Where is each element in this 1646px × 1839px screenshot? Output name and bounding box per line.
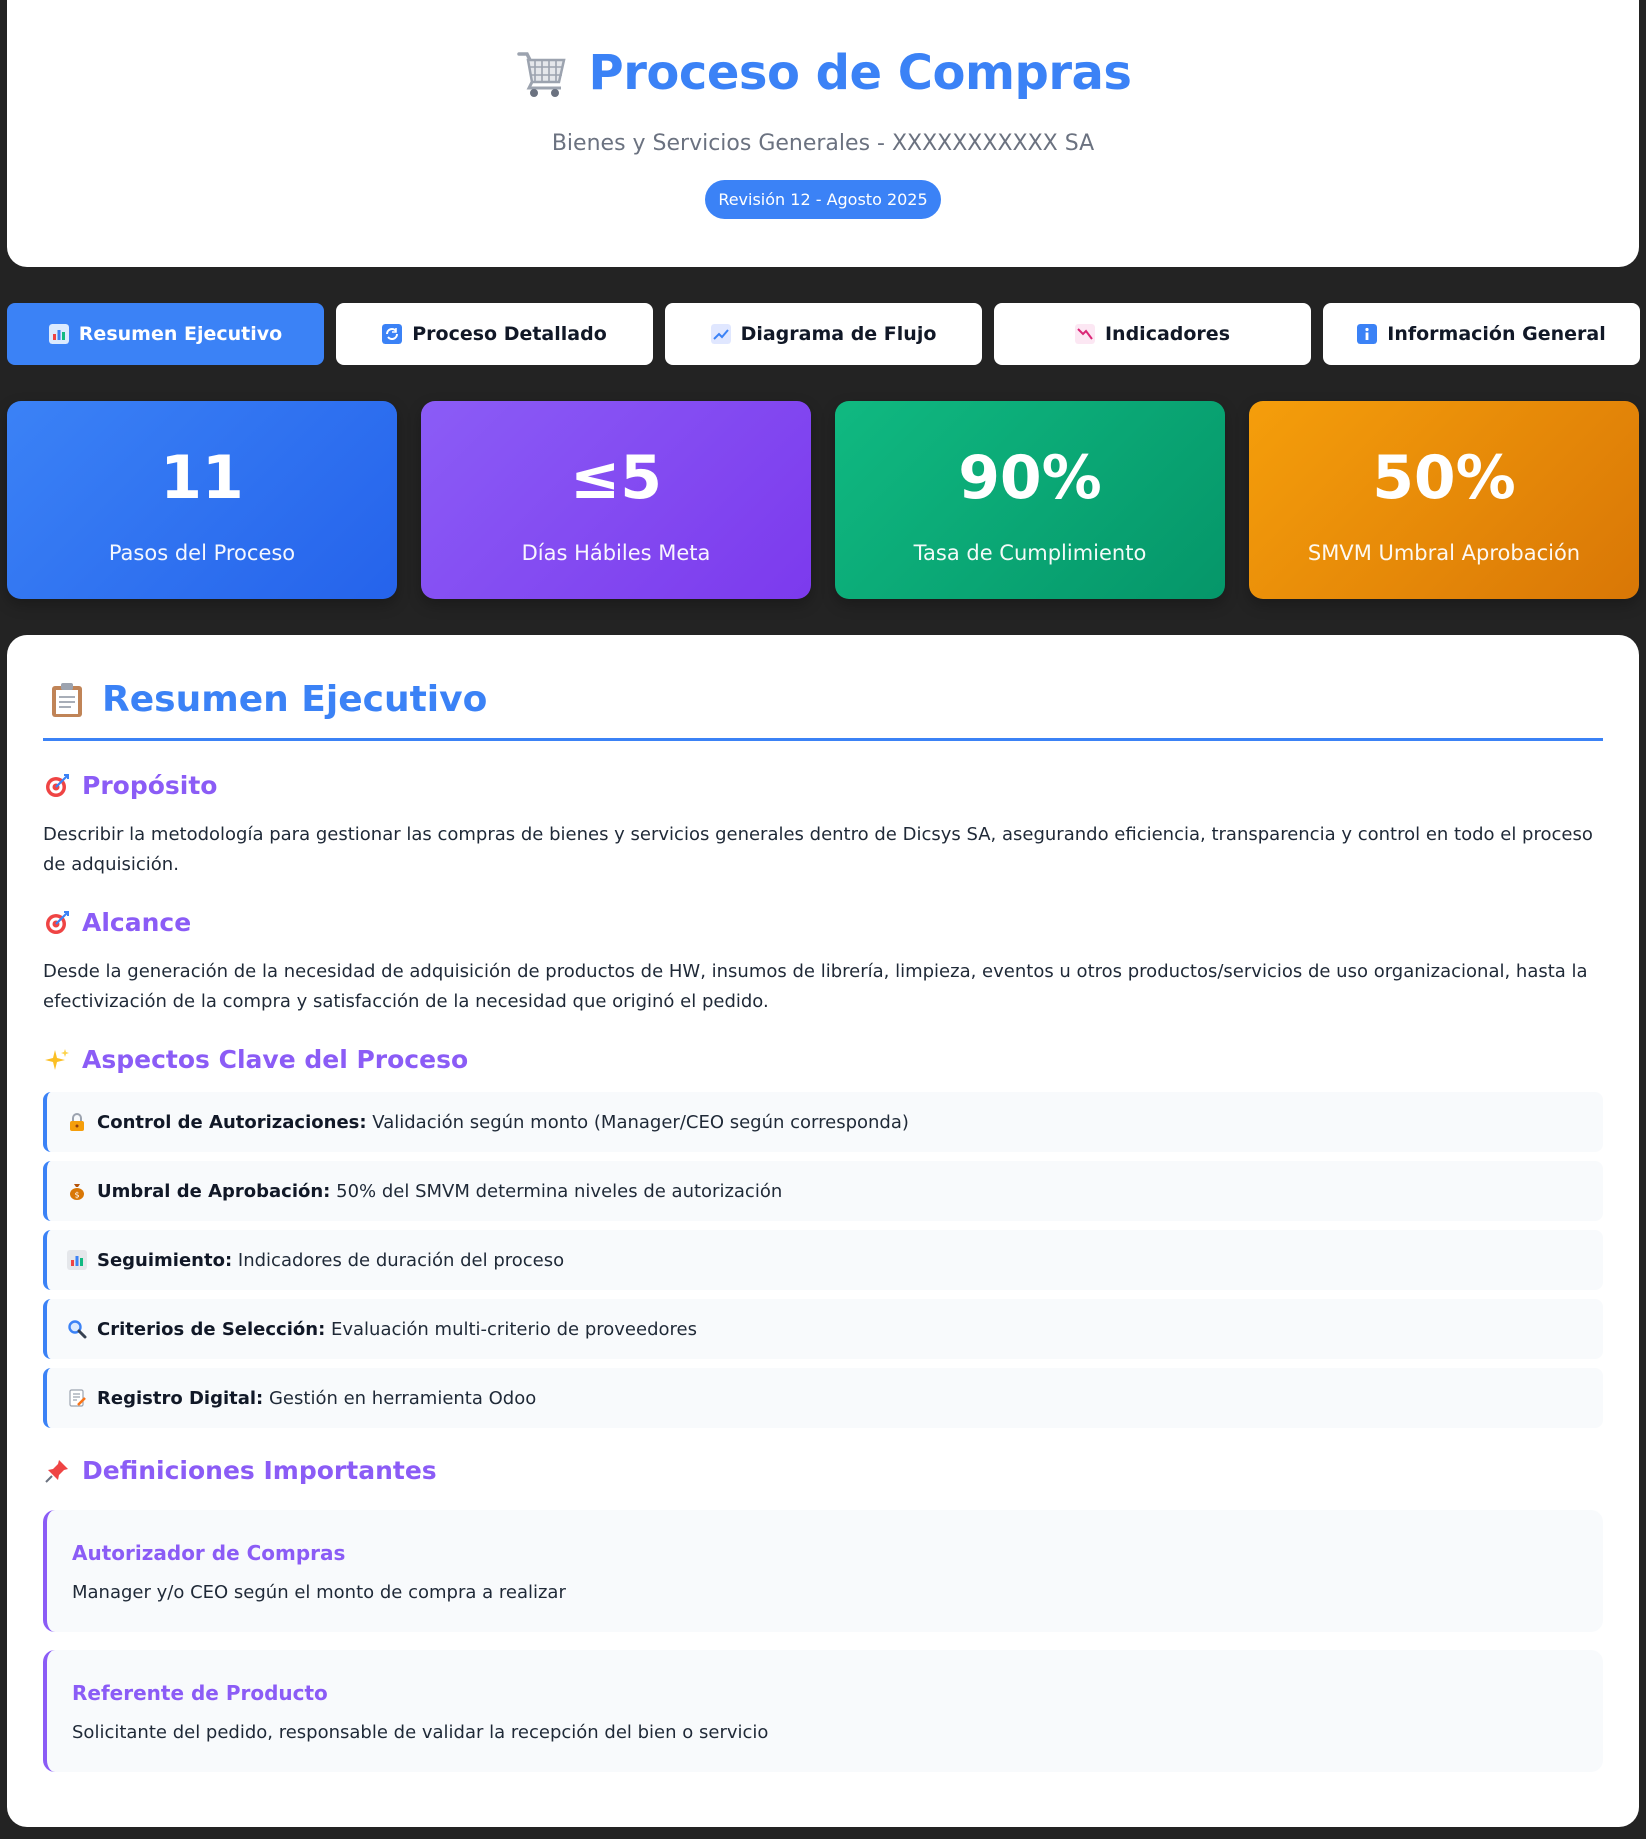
stat-value: 50% <box>1372 443 1516 513</box>
key-aspect-label: Criterios de Selección: <box>97 1318 326 1340</box>
tab-label: Diagrama de Flujo <box>740 323 937 345</box>
key-aspect-text: 50% del SMVM determina niveles de autori… <box>336 1180 783 1202</box>
stat-card-pasos: 11 Pasos del Proceso <box>7 401 397 599</box>
key-aspect-text: Evaluación multi-criterio de proveedores <box>331 1318 697 1340</box>
purpose-text: Describir la metodología para gestionar … <box>43 824 1593 875</box>
trend-down-icon <box>1074 324 1095 344</box>
refresh-icon <box>382 324 403 344</box>
key-aspect-item: Seguimiento: Indicadores de duración del… <box>43 1230 1603 1290</box>
tab-diagrama-de-flujo[interactable]: Diagrama de Flujo <box>665 303 982 365</box>
key-aspect-label: Control de Autorizaciones: <box>97 1111 367 1133</box>
stat-card-cumplimiento: 90% Tasa de Cumplimiento <box>835 401 1225 599</box>
definitions-heading: Definiciones Importantes <box>82 1456 437 1485</box>
memo-icon <box>69 1389 86 1407</box>
definition-term: Autorizador de Compras <box>72 1541 346 1565</box>
tab-label: Proceso Detallado <box>412 323 607 345</box>
key-aspects-heading: Aspectos Clave del Proceso <box>82 1045 469 1074</box>
scope-heading: Alcance <box>82 908 192 937</box>
section-title-row: Resumen Ejecutivo <box>50 679 487 720</box>
definitions-heading-row: Definiciones Importantes <box>44 1456 437 1485</box>
definition-term: Referente de Producto <box>72 1681 328 1705</box>
key-aspect-text: Indicadores de duración del proceso <box>237 1249 565 1271</box>
lock-icon <box>70 1113 84 1131</box>
stat-card-dias: ≤5 Días Hábiles Meta <box>421 401 811 599</box>
bar-chart-icon <box>67 1250 87 1270</box>
key-aspect-label: Registro Digital: <box>97 1387 264 1409</box>
definition-desc: Manager y/o CEO según el monto de compra… <box>72 1582 566 1603</box>
page-subtitle: Bienes y Servicios Generales - XXXXXXXXX… <box>551 131 1095 156</box>
key-aspect-label: Seguimiento: <box>97 1249 233 1271</box>
stat-value: ≤5 <box>569 443 663 513</box>
section-divider <box>43 738 1603 741</box>
svg-text:$: $ <box>74 1191 79 1200</box>
key-aspect-label: Umbral de Aprobación: <box>97 1180 331 1202</box>
stat-value: 90% <box>958 443 1102 513</box>
target-icon <box>46 910 69 934</box>
key-aspect-text: Gestión en herramienta Odoo <box>268 1387 537 1409</box>
stat-label: Días Hábiles Meta <box>521 541 711 565</box>
stat-card-umbral: 50% SMVM Umbral Aprobación <box>1249 401 1639 599</box>
key-aspect-item: Control de Autorizaciones: Validación se… <box>43 1092 1603 1152</box>
stat-label: SMVM Umbral Aprobación <box>1307 541 1581 565</box>
tab-label: Indicadores <box>1104 323 1230 345</box>
sparkles-icon <box>45 1048 69 1070</box>
key-aspect-item: Criterios de Selección: Evaluación multi… <box>43 1299 1603 1359</box>
bar-chart-icon <box>48 324 69 344</box>
definition-desc: Solicitante del pedido, responsable de v… <box>72 1722 769 1743</box>
definition-card: Autorizador de Compras Manager y/o CEO s… <box>43 1510 1603 1632</box>
key-aspect-text: Validación según monto (Manager/CEO segú… <box>372 1111 909 1133</box>
page-header: Proceso de Compras Bienes y Servicios Ge… <box>7 0 1639 267</box>
page-title: Proceso de Compras <box>588 45 1132 101</box>
tab-informacion-general[interactable]: Información General <box>1323 303 1640 365</box>
key-aspects-heading-row: Aspectos Clave del Proceso <box>44 1045 468 1074</box>
clipboard-icon <box>52 682 82 717</box>
trend-up-icon <box>710 324 731 344</box>
tab-proceso-detallado[interactable]: Proceso Detallado <box>336 303 653 365</box>
tab-bar: Resumen Ejecutivo Proceso Detallado Diag… <box>7 303 1640 365</box>
definition-card: Referente de Producto Solicitante del pe… <box>43 1650 1603 1772</box>
tab-indicadores[interactable]: Indicadores <box>994 303 1311 365</box>
shopping-cart-icon <box>516 52 566 97</box>
header-title-row: Proceso de Compras <box>7 45 1639 101</box>
scope-heading-row: Alcance <box>44 908 191 937</box>
tab-label: Información General <box>1387 323 1606 345</box>
purpose-heading-row: Propósito <box>44 771 217 800</box>
scope-text: Desde la generación de la necesidad de a… <box>43 961 1588 1012</box>
stat-value: 11 <box>160 443 244 513</box>
key-aspect-item: $ Umbral de Aprobación: 50% del SMVM det… <box>43 1161 1603 1221</box>
target-icon <box>46 773 69 797</box>
purpose-heading: Propósito <box>82 771 218 800</box>
section-title: Resumen Ejecutivo <box>102 679 488 720</box>
stat-label: Tasa de Cumplimiento <box>913 541 1147 565</box>
stat-label: Pasos del Proceso <box>108 541 296 565</box>
info-icon <box>1357 324 1378 344</box>
pushpin-icon <box>45 1459 68 1483</box>
money-bag-icon: $ <box>70 1184 84 1200</box>
tab-resumen-ejecutivo[interactable]: Resumen Ejecutivo <box>7 303 324 365</box>
magnifier-icon <box>68 1320 87 1339</box>
summary-panel: Resumen Ejecutivo Propósito Describir la… <box>7 635 1639 1827</box>
revision-badge: Revisión 12 - Agosto 2025 <box>705 180 941 219</box>
key-aspect-item: Registro Digital: Gestión en herramienta… <box>43 1368 1603 1428</box>
tab-label: Resumen Ejecutivo <box>78 323 283 345</box>
